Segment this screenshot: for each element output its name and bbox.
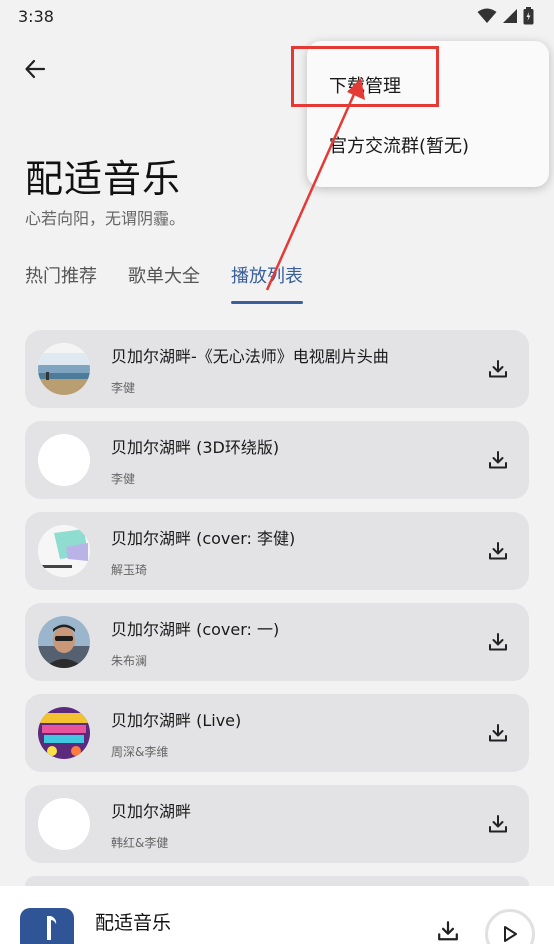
status-icons	[477, 7, 534, 25]
song-title: 贝加尔湖畔 (3D环绕版)	[111, 438, 280, 457]
song-title: 贝加尔湖畔 (Live)	[111, 711, 242, 730]
download-button[interactable]	[485, 629, 511, 655]
bottom-player[interactable]: 配适音乐	[0, 886, 554, 944]
player-title: 配适音乐	[95, 912, 172, 934]
portrait-cover-image	[38, 616, 90, 668]
annotation-highlight-box	[291, 46, 439, 107]
download-icon	[438, 921, 458, 941]
song-card[interactable]: 贝加尔湖畔 (cover: 一) 朱布澜	[25, 603, 529, 681]
landscape-cover-image	[38, 343, 90, 395]
blank-cover-image	[38, 434, 90, 486]
status-time: 3:38	[18, 6, 54, 26]
download-button[interactable]	[485, 720, 511, 746]
player-download-button[interactable]	[437, 920, 463, 944]
status-bar: 3:38	[0, 0, 554, 32]
song-title: 贝加尔湖畔 (cover: 一)	[111, 620, 280, 639]
blank-cover-image	[38, 798, 90, 850]
download-icon	[489, 633, 507, 651]
signal-icon	[503, 9, 517, 23]
tab-hot-recommend[interactable]: 热门推荐	[25, 262, 97, 304]
song-artist: 周深&李维	[111, 745, 169, 759]
song-card[interactable]: 贝加尔湖畔 (Live) 周深&李维	[25, 694, 529, 772]
page-subtitle: 心若向阳，无谓阴霾。	[25, 209, 186, 228]
download-button[interactable]	[485, 356, 511, 382]
player-cover	[20, 908, 74, 944]
song-title: 贝加尔湖畔	[111, 802, 192, 821]
song-artist: 朱布澜	[111, 654, 148, 668]
download-button[interactable]	[485, 538, 511, 564]
download-button[interactable]	[485, 811, 511, 837]
arrow-left-icon	[25, 59, 46, 79]
music-note-icon	[47, 916, 57, 940]
download-icon	[489, 815, 507, 833]
song-list: 贝加尔湖畔-《无心法师》电视剧片头曲 李健 贝加尔湖畔 (3D环绕版) 李健 贝…	[25, 330, 529, 896]
purple-event-cover-image	[38, 707, 90, 759]
song-card[interactable]: 贝加尔湖畔 (3D环绕版) 李健	[25, 421, 529, 499]
download-icon	[489, 360, 507, 378]
download-icon	[489, 451, 507, 469]
teal-block-cover-image	[38, 525, 90, 577]
song-title: 贝加尔湖畔-《无心法师》电视剧片头曲	[111, 347, 389, 366]
song-artist: 解玉琦	[111, 563, 148, 577]
tab-playlist-library[interactable]: 歌单大全	[128, 262, 200, 304]
download-button[interactable]	[485, 447, 511, 473]
song-card[interactable]: 贝加尔湖畔 (cover: 李健) 解玉琦	[25, 512, 529, 590]
page-title: 配适音乐	[25, 157, 182, 201]
battery-icon	[523, 7, 534, 25]
song-card[interactable]: 贝加尔湖畔 韩红&李健	[25, 785, 529, 863]
tab-bar: 热门推荐 歌单大全 播放列表	[25, 262, 334, 304]
song-artist: 李健	[111, 472, 136, 486]
song-card[interactable]: 贝加尔湖畔-《无心法师》电视剧片头曲 李健	[25, 330, 529, 408]
song-artist: 李健	[111, 381, 136, 395]
wifi-icon	[477, 8, 497, 23]
download-icon	[489, 724, 507, 742]
tab-play-list[interactable]: 播放列表	[231, 262, 303, 304]
play-icon	[504, 926, 517, 942]
download-icon	[489, 542, 507, 560]
play-button[interactable]	[485, 909, 535, 944]
back-button[interactable]	[18, 52, 52, 86]
menu-item-official-group[interactable]: 官方交流群(暂无)	[329, 132, 469, 158]
song-title: 贝加尔湖畔 (cover: 李健)	[111, 529, 296, 548]
song-artist: 韩红&李健	[111, 836, 169, 850]
